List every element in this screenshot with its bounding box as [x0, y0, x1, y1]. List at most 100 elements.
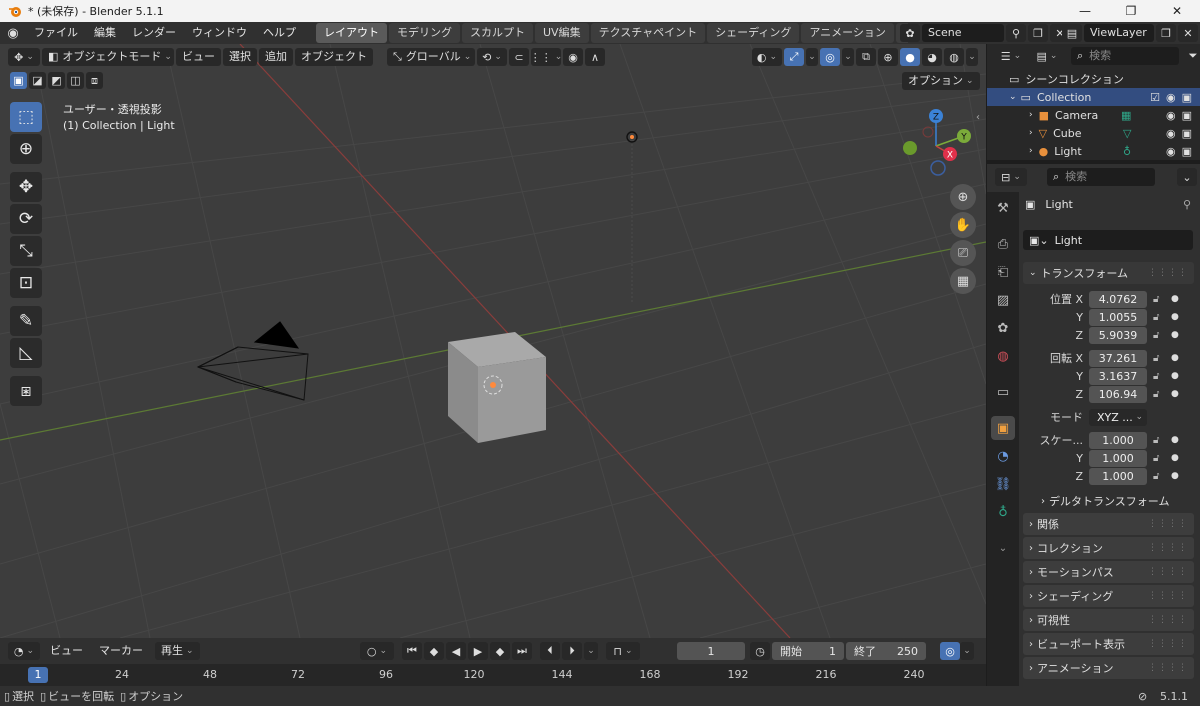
tab-layout[interactable]: レイアウト: [316, 23, 387, 43]
properties-search-input[interactable]: ⌕ 検索: [1047, 168, 1155, 186]
tab-shading[interactable]: シェーディング: [707, 23, 800, 43]
sidebar-toggle-icon[interactable]: ‹: [976, 112, 986, 130]
more-tabs-chevron-icon[interactable]: ⌄: [991, 536, 1015, 560]
render-tab-icon[interactable]: ⎙: [991, 232, 1015, 256]
menu-window[interactable]: ウィンドウ: [184, 22, 255, 44]
keyframe-dot-icon[interactable]: ●: [1171, 453, 1179, 463]
keyframe-dot-icon[interactable]: ●: [1171, 371, 1179, 381]
current-frame-field[interactable]: 1: [677, 642, 745, 660]
snap-target-icon[interactable]: ⋮⋮ ⌄: [530, 48, 562, 66]
filter-icon[interactable]: ⏷: [1183, 47, 1200, 65]
location-x-field[interactable]: 4.0762: [1089, 290, 1147, 308]
expand-chevron-icon[interactable]: ›: [1029, 110, 1033, 120]
scene-collection-row[interactable]: ▭ シーンコレクション: [987, 70, 1200, 88]
transform-panel-header[interactable]: ⌄ トランスフォーム ⋮⋮⋮⋮: [1023, 262, 1194, 284]
rotation-y-field[interactable]: 3.1637: [1089, 367, 1147, 385]
lock-icon[interactable]: 🔓︎: [1153, 312, 1159, 323]
outliner-search-input[interactable]: ⌕ 検索: [1071, 47, 1179, 65]
pin-icon[interactable]: ⚲: [1183, 198, 1191, 211]
mode-dropdown[interactable]: ◧ オブジェクトモード ⌄: [42, 48, 174, 66]
falloff-icon[interactable]: ∧: [585, 48, 605, 66]
keyframe-dot-icon[interactable]: ●: [1171, 312, 1179, 322]
keyframe-dot-icon[interactable]: ●: [1171, 294, 1179, 304]
tab-uv-editing[interactable]: UV編集: [535, 23, 589, 43]
tab-sculpt[interactable]: スカルプト: [462, 23, 533, 43]
outliner-editor-icon[interactable]: ☰ ⌄: [995, 47, 1027, 65]
lock-icon[interactable]: 🔓︎: [1153, 330, 1159, 341]
select-invert-icon[interactable]: ◫: [67, 72, 84, 89]
motion-paths-panel[interactable]: › モーションパス ⋮⋮⋮⋮: [1023, 561, 1194, 583]
world-tab-icon[interactable]: ◍: [991, 344, 1015, 368]
play-reverse-icon[interactable]: ◀: [446, 642, 466, 660]
object-name-field[interactable]: ▣⌄ Light: [1023, 230, 1193, 250]
lock-icon[interactable]: 🔓︎: [1153, 371, 1159, 382]
animation-panel[interactable]: › アニメーション ⋮⋮⋮⋮: [1023, 657, 1194, 679]
pin-icon[interactable]: ⚲: [1006, 24, 1026, 42]
timeline-ruler[interactable]: 1 24 48 72 96 120 144 168 192 216 240: [0, 664, 986, 686]
lock-icon[interactable]: 🔓︎: [1153, 435, 1159, 446]
shading-dropdown-icon[interactable]: ⌄: [966, 48, 978, 66]
eye-icon[interactable]: ◉: [1166, 109, 1176, 122]
render-camera-icon[interactable]: ▣: [1182, 91, 1192, 104]
location-z-field[interactable]: 5.9039: [1089, 326, 1147, 344]
lock-icon[interactable]: 🔓︎: [1153, 389, 1159, 400]
scale-x-field[interactable]: 1.000: [1089, 431, 1147, 449]
next-keyframe-icon[interactable]: ◆: [490, 642, 510, 660]
overlay-toggle-icon[interactable]: ◎: [820, 48, 840, 66]
shading-panel[interactable]: › シェーディング ⋮⋮⋮⋮: [1023, 585, 1194, 607]
rotation-x-field[interactable]: 37.261: [1089, 349, 1147, 367]
render-camera-icon[interactable]: ▣: [1182, 109, 1192, 122]
location-y-field[interactable]: 1.0055: [1089, 308, 1147, 326]
next-jump-icon[interactable]: ⏵: [562, 642, 582, 660]
expand-chevron-icon[interactable]: ⌄: [1009, 92, 1017, 102]
expand-chevron-icon[interactable]: ›: [1029, 128, 1033, 138]
properties-options-icon[interactable]: ⌄: [1177, 168, 1197, 186]
current-frame-marker[interactable]: 1: [28, 667, 48, 683]
object-tab-icon[interactable]: ▣: [991, 416, 1015, 440]
overlay-dropdown-icon[interactable]: ⌄: [842, 48, 854, 66]
play-icon[interactable]: ▶: [468, 642, 488, 660]
view-layer-icon[interactable]: ▤: [1062, 24, 1082, 42]
outliner-item-light[interactable]: › ● Light ♁ ◉ ▣: [987, 142, 1200, 160]
view-layer-field[interactable]: ViewLayer: [1084, 24, 1154, 42]
measure-tool-icon[interactable]: ◺: [10, 338, 42, 368]
rotation-z-field[interactable]: 106.94: [1089, 385, 1147, 403]
remove-view-layer-icon[interactable]: ✕: [1178, 24, 1198, 42]
rotation-mode-dropdown[interactable]: XYZ ... ⌄: [1089, 408, 1147, 426]
eye-icon[interactable]: ◉: [1166, 91, 1176, 104]
cube-object[interactable]: [448, 332, 546, 443]
tab-texture-paint[interactable]: テクスチャペイント: [590, 23, 706, 43]
light-data-tab-icon[interactable]: ♁: [991, 500, 1015, 524]
annotate-tool-icon[interactable]: ✎: [10, 306, 42, 336]
output-tab-icon[interactable]: ⎗: [991, 260, 1015, 284]
delta-transform-subpanel[interactable]: › デルタトランスフォーム: [1041, 493, 1169, 509]
display-mode-icon[interactable]: ▤ ⌄: [1031, 47, 1063, 65]
prev-jump-icon[interactable]: ⏴: [540, 642, 560, 660]
scene-field[interactable]: Scene: [922, 24, 1004, 42]
keyframe-dot-icon[interactable]: ●: [1171, 435, 1179, 445]
timeline-overlay-icon[interactable]: ◎: [940, 642, 960, 660]
transform-tool-icon[interactable]: ⊡: [10, 268, 42, 298]
auto-keying-icon[interactable]: ⊓ ⌄: [606, 642, 640, 660]
jump-end-icon[interactable]: ⏭: [512, 642, 532, 660]
keyframe-dot-icon[interactable]: ●: [1171, 471, 1179, 481]
render-camera-icon[interactable]: ▣: [1182, 127, 1192, 140]
playback-dropdown[interactable]: 再生 ⌄: [155, 642, 200, 660]
outliner-item-cube[interactable]: › ▽ Cube ▽ ◉ ▣: [987, 124, 1200, 142]
timeline-menu-marker[interactable]: マーカー: [91, 640, 151, 662]
select-extend-icon[interactable]: ◪: [29, 72, 46, 89]
preview-range-icon[interactable]: ◷: [750, 642, 770, 660]
keyframe-dot-icon[interactable]: ●: [1171, 353, 1179, 363]
scale-tool-icon[interactable]: ⤡: [10, 236, 42, 266]
scene-icon[interactable]: ✿: [900, 24, 920, 42]
expand-chevron-icon[interactable]: ›: [1029, 146, 1033, 156]
lock-icon[interactable]: 🔓︎: [1153, 471, 1159, 482]
editor-type-icon[interactable]: ✥ ⌄: [8, 48, 40, 66]
rendered-shading-icon[interactable]: ◍: [944, 48, 964, 66]
menu-view[interactable]: ビュー: [176, 48, 221, 66]
properties-editor-icon[interactable]: ⊟ ⌄: [995, 168, 1027, 186]
checkbox-icon[interactable]: ☑: [1150, 91, 1160, 104]
select-intersect-icon[interactable]: ⧈: [86, 72, 103, 89]
solid-shading-icon[interactable]: ●: [900, 48, 920, 66]
xray-icon[interactable]: ⧉: [856, 48, 876, 66]
